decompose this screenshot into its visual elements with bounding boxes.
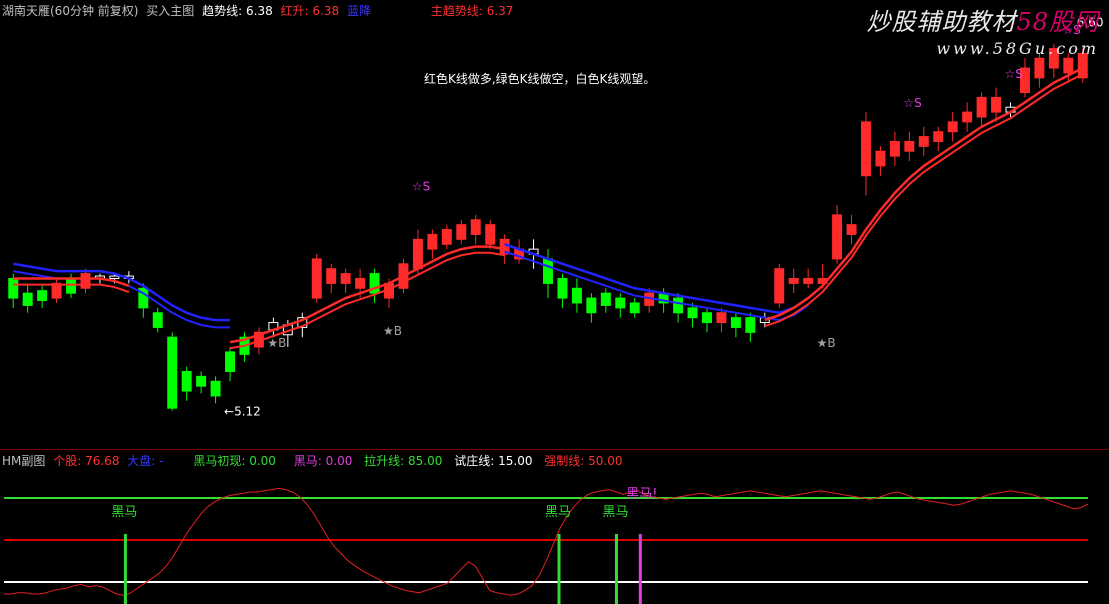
watermark-title: 炒股辅助教材 xyxy=(866,8,1017,36)
candle-body xyxy=(860,121,871,177)
main-trend-label: 主趋势线: xyxy=(430,4,483,18)
test-line-label: 试庄线: xyxy=(454,454,495,468)
hm-label: 黑马: xyxy=(293,454,322,468)
candle-body xyxy=(1063,57,1074,74)
rise-line-label: 拉升线: xyxy=(364,454,405,468)
hm-signal-label: 黑马 xyxy=(545,505,571,520)
hm-first-value: 0.00 xyxy=(249,454,276,468)
candle-body xyxy=(152,312,163,328)
candle-body xyxy=(66,277,77,294)
sub-chart-name[interactable]: HM副图 xyxy=(2,454,45,468)
watermark: 炒股辅助教材58股网 www.58Gu.com xyxy=(866,2,1099,58)
watermark-brand: 58股网 xyxy=(1016,8,1099,36)
candle-body xyxy=(687,307,698,319)
candle-body xyxy=(1034,57,1045,79)
candle-body xyxy=(167,336,178,409)
candle-body xyxy=(485,224,496,245)
candle-body xyxy=(109,275,120,279)
main-chart-header: 湖南天雁(60分钟 前复权) 买入主图 趋势线: 6.38 红升: 6.38 蓝… xyxy=(2,4,517,18)
candle-body xyxy=(673,297,684,314)
candle-body xyxy=(412,238,423,270)
candle-body xyxy=(846,224,857,235)
candle-body xyxy=(586,297,597,314)
hm-value: 0.00 xyxy=(325,454,353,468)
candle-body xyxy=(889,140,900,157)
candle-body xyxy=(702,312,712,324)
signal-marker: ☆S xyxy=(1005,67,1023,81)
candle-body xyxy=(976,96,987,118)
candle-body xyxy=(326,268,337,284)
candle-body xyxy=(80,273,91,289)
crash-line-value: 50.00 xyxy=(588,454,623,468)
price-chart[interactable]: ←5.12★B★B☆S★B☆S☆S☆S6.60 xyxy=(0,0,1109,449)
candle-body xyxy=(600,292,611,306)
signal-marker: ←5.12 xyxy=(224,405,261,419)
candle-body xyxy=(803,277,814,284)
trend-line-label: 趋势线: xyxy=(202,4,243,18)
stock-index-value: 76.68 xyxy=(85,454,120,468)
candle-body xyxy=(571,287,582,304)
candle-body xyxy=(875,150,886,167)
candle-body xyxy=(340,273,351,284)
signal-marker: ★B xyxy=(383,324,402,338)
candle-body xyxy=(730,317,741,328)
candle-body xyxy=(543,258,553,284)
candle-body xyxy=(615,297,626,309)
candle-body xyxy=(456,224,467,240)
candle-body xyxy=(196,375,207,387)
candle-body xyxy=(933,131,944,142)
hm-indicator-chart[interactable]: 黑马 黑马 黑马 黑马! xyxy=(0,450,1109,604)
candle-body xyxy=(904,140,915,152)
candle-body xyxy=(716,312,727,324)
candle-body xyxy=(8,277,19,299)
candle-body xyxy=(962,111,973,123)
color-legend-note: 红色K线做多,绿色K线做空，白色K线观望。 xyxy=(424,72,656,86)
candle-body xyxy=(225,351,236,372)
watermark-url: www.58Gu.com xyxy=(936,39,1099,58)
sub-chart-header: HM副图 个股: 76.68 大盘: - 黑马初现: 0.00 黑马: 0.00… xyxy=(2,454,627,468)
candle-body xyxy=(441,229,452,245)
hm-first-label: 黑马初现: xyxy=(193,454,246,468)
candle-body xyxy=(427,233,438,250)
candle-body xyxy=(629,302,640,314)
hm-signal-label: 黑马 xyxy=(111,505,137,520)
crash-line-label: 强制线: xyxy=(544,454,585,468)
main-trend-value: 6.37 xyxy=(486,4,514,18)
candle-body xyxy=(210,380,221,397)
hm-signal-label: 黑马! xyxy=(626,487,657,502)
market-label: 大盘: xyxy=(127,454,156,468)
stock-index-label: 个股: xyxy=(53,454,82,468)
signal-marker: ☆S xyxy=(903,96,921,110)
candle-body xyxy=(355,277,366,289)
candle-body xyxy=(181,370,192,392)
candle-body xyxy=(918,136,929,147)
hm-signal-label: 黑马 xyxy=(602,505,628,520)
candle-body xyxy=(470,219,481,235)
red-rise-label: 红升: xyxy=(280,4,309,18)
main-trend-line xyxy=(764,73,1084,328)
main-trend-line xyxy=(229,251,505,350)
candle-body xyxy=(991,96,1002,113)
market-value: - xyxy=(159,454,164,468)
candle-body xyxy=(22,292,33,306)
candle-body xyxy=(947,121,958,133)
red-rise-value: 6.38 xyxy=(312,4,340,18)
candle-body xyxy=(832,214,843,260)
candle-body xyxy=(557,277,568,299)
candle-body xyxy=(311,258,322,299)
signal-marker: ☆S xyxy=(412,179,430,193)
signal-marker: ★B xyxy=(817,336,836,350)
candle-body xyxy=(788,277,799,284)
test-line-value: 15.00 xyxy=(498,454,533,468)
trend-line-value: 6.38 xyxy=(246,4,273,18)
stock-name[interactable]: 湖南天雁(60分钟 前复权) xyxy=(2,4,138,18)
candle-body xyxy=(37,290,48,302)
candle-body xyxy=(774,268,785,304)
blue-fall-label: 蓝降 xyxy=(346,4,371,18)
signal-marker: ★B xyxy=(267,336,286,350)
rise-line-value: 85.00 xyxy=(408,454,443,468)
candle-body xyxy=(745,317,756,333)
chart-mode: 买入主图 xyxy=(146,4,195,18)
